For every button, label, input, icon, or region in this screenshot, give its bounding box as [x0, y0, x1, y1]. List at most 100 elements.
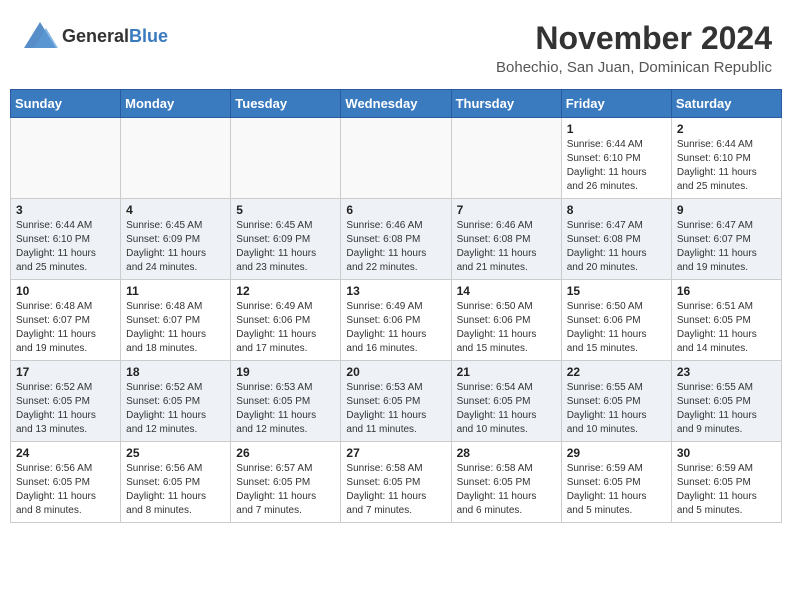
day-info: Sunrise: 6:50 AM Sunset: 6:06 PM Dayligh…: [567, 300, 666, 356]
calendar-day-empty: [451, 118, 561, 199]
day-number: 3: [16, 203, 115, 217]
day-info: Sunrise: 6:57 AM Sunset: 6:05 PM Dayligh…: [236, 462, 335, 518]
calendar-day-28: 28Sunrise: 6:58 AM Sunset: 6:05 PM Dayli…: [451, 442, 561, 523]
day-number: 19: [236, 365, 335, 379]
calendar-day-29: 29Sunrise: 6:59 AM Sunset: 6:05 PM Dayli…: [561, 442, 671, 523]
day-number: 12: [236, 284, 335, 298]
calendar-day-5: 5Sunrise: 6:45 AM Sunset: 6:09 PM Daylig…: [231, 199, 341, 280]
calendar-day-23: 23Sunrise: 6:55 AM Sunset: 6:05 PM Dayli…: [671, 361, 781, 442]
calendar-day-17: 17 Sunrise: 6:52 AM Sunset: 6:05 PM Dayli…: [11, 361, 121, 442]
calendar-table: SundayMondayTuesdayWednesdayThursdayFrid…: [10, 89, 782, 523]
day-number: 1: [567, 122, 666, 136]
page-header: GeneralBlue November 2024 Bohechio, San …: [10, 10, 782, 81]
logo-icon: [20, 20, 58, 52]
day-number: 13: [346, 284, 445, 298]
day-number: 8: [567, 203, 666, 217]
day-info: Sunrise: 6:47 AM Sunset: 6:07 PM Dayligh…: [677, 219, 776, 275]
day-number: 6: [346, 203, 445, 217]
day-number: 26: [236, 446, 335, 460]
weekday-header-tuesday: Tuesday: [231, 90, 341, 118]
day-number: 10: [16, 284, 115, 298]
day-info: Sunrise: 6:52 AM Sunset: 6:05 PM Dayligh…: [126, 381, 225, 437]
calendar-day-22: 22 Sunrise: 6:55 AM Sunset: 6:05 PM Dayli…: [561, 361, 671, 442]
day-number: 30: [677, 446, 776, 460]
day-info: Sunrise: 6:44 AM Sunset: 6:10 PM Dayligh…: [16, 219, 115, 275]
calendar-day-30: 30Sunrise: 6:59 AM Sunset: 6:05 PM Dayli…: [671, 442, 781, 523]
calendar-day-19: 19Sunrise: 6:53 AM Sunset: 6:05 PM Dayli…: [231, 361, 341, 442]
logo-blue: Blue: [129, 26, 168, 46]
calendar-day-empty: [11, 118, 121, 199]
day-number: 15: [567, 284, 666, 298]
day-number: 18: [126, 365, 225, 379]
calendar-day-24: 24 Sunrise: 6:56 AM Sunset: 6:05 PM Dayli…: [11, 442, 121, 523]
day-number: 24: [16, 446, 115, 460]
calendar-day-4: 4 Sunrise: 6:45 AM Sunset: 6:09 PM Daylig…: [121, 199, 231, 280]
day-number: 14: [457, 284, 556, 298]
calendar-week-row-3: 10 Sunrise: 6:48 AM Sunset: 6:07 PM Dayli…: [11, 280, 782, 361]
calendar-day-12: 12Sunrise: 6:49 AM Sunset: 6:06 PM Dayli…: [231, 280, 341, 361]
day-info: Sunrise: 6:47 AM Sunset: 6:08 PM Dayligh…: [567, 219, 666, 275]
calendar-day-14: 14 Sunrise: 6:50 AM Sunset: 6:06 PM Dayli…: [451, 280, 561, 361]
day-info: Sunrise: 6:52 AM Sunset: 6:05 PM Dayligh…: [16, 381, 115, 437]
day-info: Sunrise: 6:51 AM Sunset: 6:05 PM Dayligh…: [677, 300, 776, 356]
calendar-day-20: 20 Sunrise: 6:53 AM Sunset: 6:05 PM Dayli…: [341, 361, 451, 442]
day-info: Sunrise: 6:48 AM Sunset: 6:07 PM Dayligh…: [16, 300, 115, 356]
calendar-day-2: 2 Sunrise: 6:44 AM Sunset: 6:10 PM Daylig…: [671, 118, 781, 199]
day-info: Sunrise: 6:55 AM Sunset: 6:05 PM Dayligh…: [677, 381, 776, 437]
day-info: Sunrise: 6:44 AM Sunset: 6:10 PM Dayligh…: [677, 138, 776, 194]
day-number: 17: [16, 365, 115, 379]
day-number: 25: [126, 446, 225, 460]
day-info: Sunrise: 6:49 AM Sunset: 6:06 PM Dayligh…: [346, 300, 445, 356]
day-info: Sunrise: 6:56 AM Sunset: 6:05 PM Dayligh…: [16, 462, 115, 518]
title-section: November 2024 Bohechio, San Juan, Domini…: [496, 20, 772, 76]
day-number: 22: [567, 365, 666, 379]
day-info: Sunrise: 6:54 AM Sunset: 6:05 PM Dayligh…: [457, 381, 556, 437]
day-number: 4: [126, 203, 225, 217]
day-number: 2: [677, 122, 776, 136]
calendar-day-26: 26 Sunrise: 6:57 AM Sunset: 6:05 PM Dayli…: [231, 442, 341, 523]
calendar-day-15: 15 Sunrise: 6:50 AM Sunset: 6:06 PM Dayli…: [561, 280, 671, 361]
location-title: Bohechio, San Juan, Dominican Republic: [496, 59, 772, 76]
calendar-day-8: 8 Sunrise: 6:47 AM Sunset: 6:08 PM Daylig…: [561, 199, 671, 280]
logo: GeneralBlue: [20, 20, 168, 52]
day-info: Sunrise: 6:45 AM Sunset: 6:09 PM Dayligh…: [126, 219, 225, 275]
calendar-day-10: 10 Sunrise: 6:48 AM Sunset: 6:07 PM Dayli…: [11, 280, 121, 361]
calendar-day-25: 25Sunrise: 6:56 AM Sunset: 6:05 PM Dayli…: [121, 442, 231, 523]
calendar-day-27: 27Sunrise: 6:58 AM Sunset: 6:05 PM Dayli…: [341, 442, 451, 523]
day-number: 20: [346, 365, 445, 379]
calendar-day-18: 18 Sunrise: 6:52 AM Sunset: 6:05 PM Dayli…: [121, 361, 231, 442]
day-number: 16: [677, 284, 776, 298]
month-title: November 2024: [496, 20, 772, 57]
calendar-day-empty: [231, 118, 341, 199]
weekday-header-friday: Friday: [561, 90, 671, 118]
weekday-header-thursday: Thursday: [451, 90, 561, 118]
weekday-header-sunday: Sunday: [11, 90, 121, 118]
day-info: Sunrise: 6:53 AM Sunset: 6:05 PM Dayligh…: [346, 381, 445, 437]
calendar-day-21: 21Sunrise: 6:54 AM Sunset: 6:05 PM Dayli…: [451, 361, 561, 442]
calendar-day-7: 7 Sunrise: 6:46 AM Sunset: 6:08 PM Daylig…: [451, 199, 561, 280]
calendar-day-empty: [341, 118, 451, 199]
calendar-day-1: 1 Sunrise: 6:44 AM Sunset: 6:10 PM Daylig…: [561, 118, 671, 199]
calendar-day-empty: [121, 118, 231, 199]
day-info: Sunrise: 6:48 AM Sunset: 6:07 PM Dayligh…: [126, 300, 225, 356]
calendar-week-row-5: 24 Sunrise: 6:56 AM Sunset: 6:05 PM Dayli…: [11, 442, 782, 523]
calendar-week-row-4: 17 Sunrise: 6:52 AM Sunset: 6:05 PM Dayli…: [11, 361, 782, 442]
day-number: 28: [457, 446, 556, 460]
day-info: Sunrise: 6:55 AM Sunset: 6:05 PM Dayligh…: [567, 381, 666, 437]
day-number: 7: [457, 203, 556, 217]
day-info: Sunrise: 6:45 AM Sunset: 6:09 PM Dayligh…: [236, 219, 335, 275]
day-info: Sunrise: 6:50 AM Sunset: 6:06 PM Dayligh…: [457, 300, 556, 356]
day-info: Sunrise: 6:59 AM Sunset: 6:05 PM Dayligh…: [567, 462, 666, 518]
day-info: Sunrise: 6:44 AM Sunset: 6:10 PM Dayligh…: [567, 138, 666, 194]
day-number: 9: [677, 203, 776, 217]
day-number: 27: [346, 446, 445, 460]
calendar-day-9: 9 Sunrise: 6:47 AM Sunset: 6:07 PM Daylig…: [671, 199, 781, 280]
calendar-day-16: 16 Sunrise: 6:51 AM Sunset: 6:05 PM Dayli…: [671, 280, 781, 361]
calendar-day-11: 11Sunrise: 6:48 AM Sunset: 6:07 PM Dayli…: [121, 280, 231, 361]
day-info: Sunrise: 6:46 AM Sunset: 6:08 PM Dayligh…: [346, 219, 445, 275]
calendar-day-6: 6 Sunrise: 6:46 AM Sunset: 6:08 PM Daylig…: [341, 199, 451, 280]
weekday-header-saturday: Saturday: [671, 90, 781, 118]
day-info: Sunrise: 6:46 AM Sunset: 6:08 PM Dayligh…: [457, 219, 556, 275]
calendar-day-13: 13 Sunrise: 6:49 AM Sunset: 6:06 PM Dayli…: [341, 280, 451, 361]
weekday-header-monday: Monday: [121, 90, 231, 118]
